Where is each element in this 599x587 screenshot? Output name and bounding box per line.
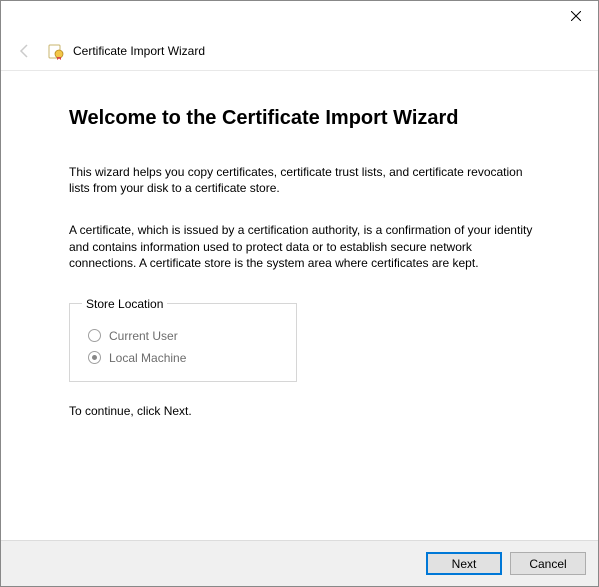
next-button[interactable]: Next: [426, 552, 502, 575]
continue-text: To continue, click Next.: [69, 404, 538, 418]
close-icon: [571, 11, 581, 21]
certificate-wizard-icon: [47, 42, 65, 60]
header-title: Certificate Import Wizard: [73, 44, 205, 58]
wizard-footer: Next Cancel: [1, 540, 598, 586]
store-location-legend: Store Location: [82, 297, 167, 311]
radio-icon: [88, 329, 101, 342]
intro-text: This wizard helps you copy certificates,…: [69, 164, 538, 196]
back-button: [13, 39, 37, 63]
store-location-group: Store Location Current User Local Machin…: [69, 297, 297, 382]
radio-current-user: Current User: [82, 329, 284, 343]
radio-icon: [88, 351, 101, 364]
titlebar: [1, 1, 598, 31]
radio-label-local-machine: Local Machine: [109, 351, 186, 365]
radio-label-current-user: Current User: [109, 329, 178, 343]
description-text: A certificate, which is issued by a cert…: [69, 222, 538, 271]
page-title: Welcome to the Certificate Import Wizard: [69, 107, 538, 130]
wizard-content: Welcome to the Certificate Import Wizard…: [1, 71, 598, 428]
cancel-button[interactable]: Cancel: [510, 552, 586, 575]
back-arrow-icon: [17, 43, 33, 59]
wizard-header: Certificate Import Wizard: [1, 31, 598, 71]
close-button[interactable]: [553, 1, 598, 31]
radio-local-machine: Local Machine: [82, 351, 284, 365]
